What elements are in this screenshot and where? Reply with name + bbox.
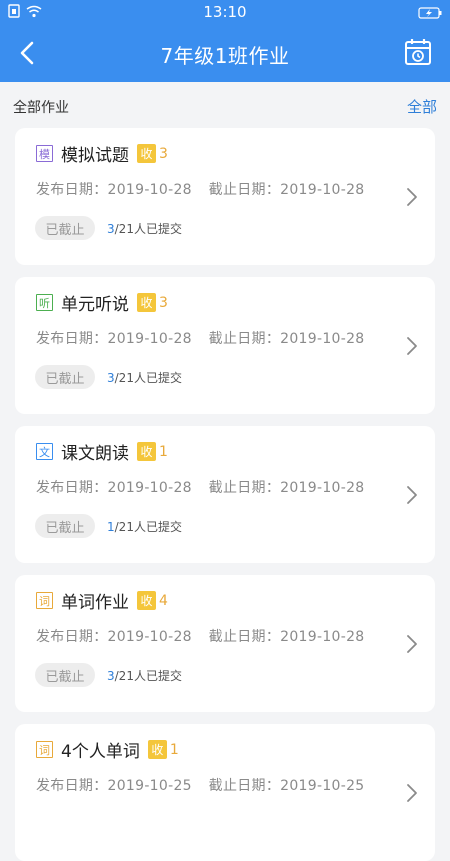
deadline-date: 截止日期：2019-10-28: [208, 480, 365, 496]
nav-bar: 7年级1班作业: [0, 24, 450, 82]
homework-header: 词 单词作业 收 4: [36, 588, 168, 613]
submission-count: 3/21人已提交: [107, 371, 182, 385]
homework-title: 单元听说: [61, 295, 129, 315]
homework-type-tag: 模: [36, 145, 53, 162]
section-header: 全部作业 全部: [0, 82, 450, 128]
received-badge: 收: [137, 442, 156, 461]
homework-dates: 发布日期：2019-10-28 截止日期：2019-10-28: [36, 328, 365, 348]
deadline-date: 截止日期：2019-10-28: [208, 629, 365, 645]
chevron-right-icon: [407, 486, 417, 504]
publish-date: 发布日期：2019-10-28: [36, 331, 192, 347]
received-badge: 收: [137, 591, 156, 610]
homework-card[interactable]: 词 4个人单词 收 1 发布日期：2019-10-25 截止日期：2019-10…: [15, 724, 435, 861]
filter-all-button[interactable]: 全部: [407, 96, 437, 117]
section-label: 全部作业: [13, 100, 69, 116]
homework-title: 4个人单词: [61, 742, 140, 762]
publish-date: 发布日期：2019-10-28: [36, 182, 192, 198]
clock: 13:10: [203, 3, 247, 21]
status-badge: 已截止: [35, 514, 95, 538]
homework-header: 词 4个人单词 收 1: [36, 737, 179, 762]
status-bar: 13:10: [0, 0, 450, 24]
homework-title: 单词作业: [61, 593, 129, 613]
homework-type-tag: 词: [36, 741, 53, 758]
received-count: 1: [169, 741, 179, 758]
battery-charging-icon: [418, 7, 442, 19]
homework-card[interactable]: 模 模拟试题 收 3 发布日期：2019-10-28 截止日期：2019-10-…: [15, 128, 435, 265]
homework-title: 模拟试题: [61, 146, 129, 166]
deadline-date: 截止日期：2019-10-28: [208, 331, 365, 347]
submission-count: 1/21人已提交: [107, 520, 182, 534]
publish-date: 发布日期：2019-10-28: [36, 629, 192, 645]
publish-date: 发布日期：2019-10-25: [36, 778, 192, 794]
status-badge: 已截止: [35, 663, 95, 687]
homework-header: 模 模拟试题 收 3: [36, 141, 168, 166]
chevron-right-icon: [407, 784, 417, 802]
homework-type-tag: 文: [36, 443, 53, 460]
chevron-right-icon: [407, 635, 417, 653]
received-count: 3: [159, 294, 168, 311]
homework-dates: 发布日期：2019-10-28 截止日期：2019-10-28: [36, 179, 365, 199]
deadline-date: 截止日期：2019-10-28: [208, 182, 365, 198]
received-count: 4: [159, 592, 168, 609]
received-badge: 收: [137, 293, 156, 312]
status-badge: 已截止: [35, 216, 95, 240]
received-count: 3: [159, 145, 168, 162]
homework-card[interactable]: 词 单词作业 收 4 发布日期：2019-10-28 截止日期：2019-10-…: [15, 575, 435, 712]
chevron-right-icon: [407, 188, 417, 206]
homework-dates: 发布日期：2019-10-25 截止日期：2019-10-25: [36, 775, 365, 795]
status-badge: 已截止: [35, 365, 95, 389]
page-title: 7年级1班作业: [160, 44, 290, 68]
received-badge: 收: [147, 740, 167, 759]
received-badge: 收: [137, 144, 156, 163]
submission-count: 3/21人已提交: [107, 669, 182, 683]
publish-date: 发布日期：2019-10-28: [36, 480, 192, 496]
homework-dates: 发布日期：2019-10-28 截止日期：2019-10-28: [36, 477, 365, 497]
deadline-date: 截止日期：2019-10-25: [208, 778, 365, 794]
calendar-history-icon[interactable]: [404, 38, 432, 66]
chevron-right-icon: [407, 337, 417, 355]
homework-card[interactable]: 文 课文朗读 收 1 发布日期：2019-10-28 截止日期：2019-10-…: [15, 426, 435, 563]
homework-dates: 发布日期：2019-10-28 截止日期：2019-10-28: [36, 626, 365, 646]
homework-card[interactable]: 听 单元听说 收 3 发布日期：2019-10-28 截止日期：2019-10-…: [15, 277, 435, 414]
homework-title: 课文朗读: [61, 444, 129, 464]
homework-type-tag: 词: [36, 592, 53, 609]
homework-header: 文 课文朗读 收 1: [36, 439, 168, 464]
homework-header: 听 单元听说 收 3: [36, 290, 168, 315]
homework-type-tag: 听: [36, 294, 53, 311]
submission-count: 3/21人已提交: [107, 222, 182, 236]
received-count: 1: [159, 443, 168, 460]
